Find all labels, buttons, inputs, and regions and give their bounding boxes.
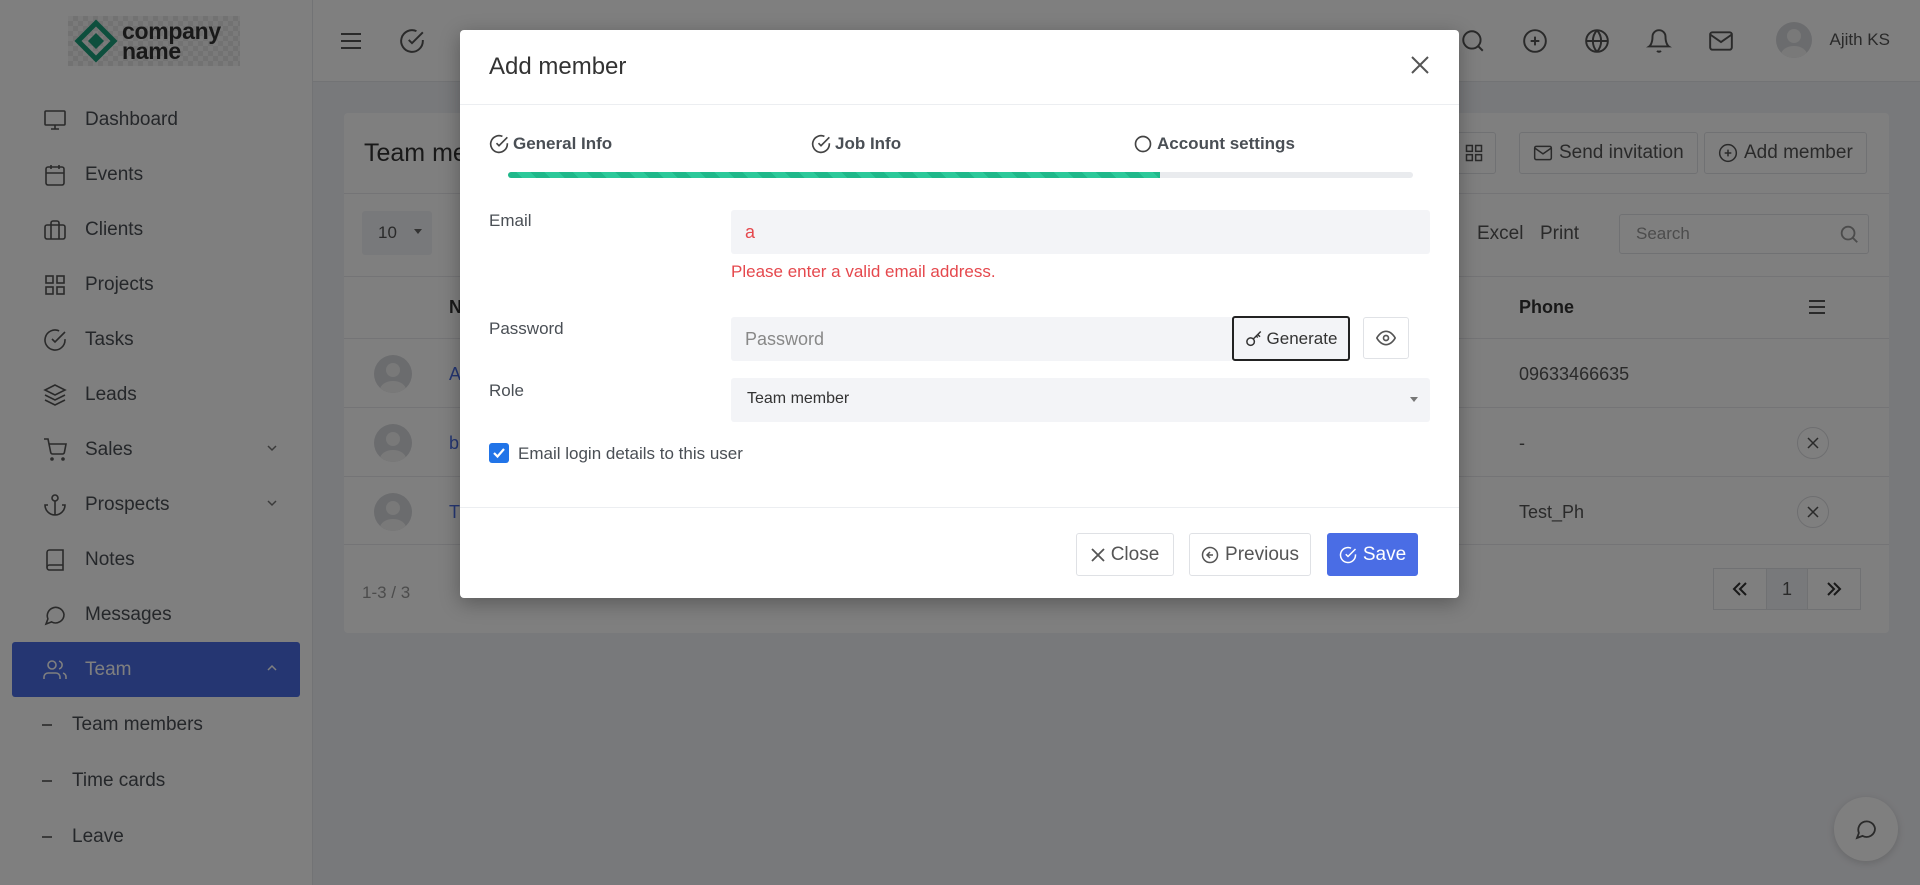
arrow-left-circle-icon [1201,546,1219,563]
step-label: Account settings [1157,134,1295,153]
generate-password-button[interactable]: Generate [1232,316,1350,361]
wizard-progress-bar [508,172,1413,178]
eye-icon [1376,330,1396,346]
generate-label: Generate [1266,328,1338,348]
password-placeholder: Password [745,329,825,349]
step-job-info[interactable]: Job Info [811,134,901,154]
close-icon [1091,547,1105,562]
close-icon [1411,56,1429,74]
email-login-label[interactable]: Email login details to this user [518,444,743,464]
wizard-steps: General Info Job Info Account settings [489,134,1430,164]
close-label: Close [1110,543,1160,565]
save-label: Save [1362,543,1407,565]
previous-button[interactable]: Previous [1189,533,1311,576]
modal-title: Add member [489,53,627,80]
email-error-message: Please enter a valid email address. [731,262,996,281]
check-circle-icon [489,134,509,154]
email-field[interactable]: a [731,210,1430,254]
checkmark-icon [493,448,505,459]
toggle-password-visibility-button[interactable] [1363,317,1409,359]
role-label: Role [489,381,524,400]
password-label: Password [489,319,564,338]
step-label: Job Info [835,134,902,153]
save-button[interactable]: Save [1327,533,1418,576]
step-account-settings[interactable]: Account settings [1133,134,1295,154]
add-member-modal: Add member General Info Job Info Account… [460,30,1459,598]
role-select[interactable]: Team member [731,378,1430,422]
password-field[interactable]: Password [731,317,1233,361]
caret-down-icon [1410,397,1418,402]
email-label: Email [489,211,532,230]
check-circle-icon [1339,546,1357,563]
key-icon [1245,330,1261,346]
email-value: a [745,222,756,242]
role-value: Team member [747,390,850,407]
circle-icon [1134,135,1152,153]
wizard-progress-fill [508,172,1160,178]
previous-label: Previous [1225,543,1299,565]
modal-close-button[interactable] [1405,50,1435,80]
check-circle-icon [811,134,831,154]
modal-header: Add member [460,30,1459,105]
step-label: General Info [513,134,613,153]
email-login-checkbox[interactable] [489,443,509,463]
step-general-info[interactable]: General Info [489,134,612,154]
close-button[interactable]: Close [1076,533,1174,576]
